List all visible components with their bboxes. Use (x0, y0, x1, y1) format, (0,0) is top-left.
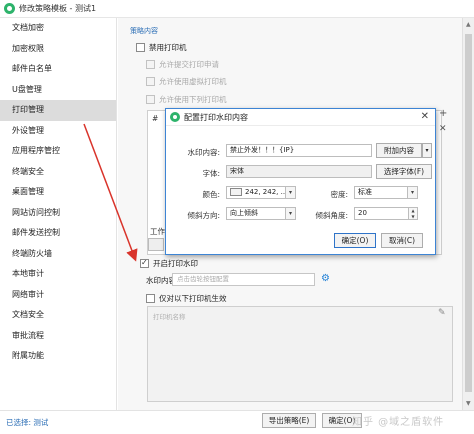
disable-printer-label: 禁用打印机 (149, 43, 187, 52)
sidebar-item-1[interactable]: 加密权限 (0, 39, 116, 60)
scroll-up-icon[interactable]: ▲ (466, 21, 471, 28)
window-titlebar: 修改策略模板 - 测试1 (0, 0, 474, 18)
add-content-button[interactable]: 附加内容 (376, 143, 422, 158)
only-listed-printers-checkbox[interactable] (146, 294, 155, 303)
add-icon[interactable]: + (439, 108, 447, 119)
enable-watermark-checkbox[interactable] (140, 258, 149, 268)
enable-watermark-option[interactable]: 开启打印水印 (140, 258, 198, 269)
sidebar-item-7[interactable]: 终端安全 (0, 162, 116, 183)
disable-printer-option[interactable]: 禁用打印机 (136, 42, 187, 53)
direction-value: 向上倾斜 (230, 209, 258, 217)
scrollbar-thumb[interactable] (465, 34, 472, 392)
angle-label: 倾斜角度: (315, 211, 348, 220)
sidebar: 文档加密 加密权限 邮件白名单 U盘管理 打印管理 外设管理 应用程序管控 终端安全 桌面管理网… (0, 18, 117, 410)
sidebar-item-15[interactable]: 审批流程 (0, 326, 116, 347)
printer-name-placeholder: 打印机名称 (153, 313, 186, 321)
source-watermark-text: 知乎 @域之盾软件 (352, 417, 445, 428)
sidebar-item-10[interactable]: 邮件发送控制 (0, 223, 116, 244)
sidebar-item-11[interactable]: 终端防火墙 (0, 244, 116, 265)
sidebar-item-9[interactable]: 网站访问控制 (0, 203, 116, 224)
vertical-scrollbar[interactable]: ▲ ▼ (462, 18, 474, 410)
allow-listed-printers-checkbox (146, 95, 155, 104)
sidebar-item-6[interactable]: 应用程序管控 (0, 141, 116, 162)
close-icon[interactable]: ✕ (421, 111, 429, 122)
dialog-title: 配置打印水印内容 (184, 112, 248, 122)
content-label: 水印内容: (187, 148, 220, 157)
only-listed-printers-label: 仅对以下打印机生效 (159, 294, 227, 303)
window-title: 修改策略模板 - 测试1 (19, 4, 97, 13)
watermark-config-dialog: 配置打印水印内容 ✕ 水印内容: 禁止外发！！！{IP} 附加内容 ▾ 字体: … (165, 108, 436, 255)
dialog-cancel-button[interactable]: 取消(C) (381, 233, 423, 248)
section-title: 策略内容 (130, 27, 158, 35)
allow-submit-request-label: 允许提交打印申请 (159, 60, 219, 69)
font-field: 宋体 (226, 165, 372, 178)
allow-submit-request-checkbox (146, 60, 155, 69)
angle-stepper[interactable]: 20 ▲ ▼ (354, 207, 418, 220)
sidebar-item-16[interactable]: 附属功能 (0, 346, 116, 367)
work-select[interactable] (148, 238, 164, 251)
delete-icon[interactable]: ✕ (439, 124, 447, 134)
angle-value: 20 (358, 209, 367, 217)
color-label: 颜色: (202, 190, 220, 199)
allow-virtual-printer-option: 允许使用虚拟打印机 (146, 76, 227, 87)
selected-status: 已选择: 测试 (6, 418, 49, 427)
watermark-content-input[interactable]: 点击齿轮按钮配置 (172, 273, 315, 286)
direction-select[interactable]: 向上倾斜 ▾ (226, 207, 296, 220)
dialog-app-icon (170, 112, 180, 122)
table-hash-header: # (152, 114, 159, 123)
sidebar-item-14[interactable]: 文档安全 (0, 305, 116, 326)
chevron-down-icon[interactable]: ▾ (285, 208, 295, 219)
stepper-arrows-icon[interactable]: ▲ ▼ (408, 208, 417, 219)
app-icon (4, 3, 15, 14)
scroll-down-icon[interactable]: ▼ (466, 400, 471, 407)
sidebar-item-8[interactable]: 桌面管理 (0, 182, 116, 203)
dialog-ok-button[interactable]: 确定(O) (334, 233, 376, 248)
export-policy-button[interactable]: 导出策略(E) (262, 413, 316, 428)
allow-virtual-printer-checkbox (146, 77, 155, 86)
color-value: 242, 242, ... (245, 188, 288, 196)
sidebar-item-12[interactable]: 本地审计 (0, 264, 116, 285)
enable-watermark-label: 开启打印水印 (153, 259, 198, 268)
color-select[interactable]: 242, 242, ... ▾ (226, 186, 296, 199)
color-swatch (230, 188, 242, 196)
allow-submit-request-option: 允许提交打印申请 (146, 59, 219, 70)
disable-printer-checkbox[interactable] (136, 43, 145, 52)
sidebar-item-0[interactable]: 文档加密 (0, 18, 116, 39)
printer-name-list[interactable]: 打印机名称 (147, 306, 453, 402)
allow-listed-printers-label: 允许使用下列打印机 (159, 95, 227, 104)
density-label: 密度: (330, 190, 348, 199)
dialog-titlebar: 配置打印水印内容 (166, 109, 435, 126)
gear-icon[interactable]: ⚙ (321, 274, 331, 284)
sidebar-item-3[interactable]: U盘管理 (0, 80, 116, 101)
edit-icon[interactable]: ✎ (438, 308, 446, 318)
chevron-down-icon[interactable]: ▾ (285, 187, 295, 198)
density-value: 标准 (358, 188, 372, 196)
watermark-content-field[interactable]: 禁止外发！！！{IP} (226, 144, 372, 157)
allow-listed-printers-option: 允许使用下列打印机 (146, 94, 227, 105)
add-content-dropdown-icon[interactable]: ▾ (422, 143, 432, 158)
only-listed-printers-option[interactable]: 仅对以下打印机生效 (146, 293, 227, 304)
chevron-down-icon[interactable]: ▾ (407, 187, 417, 198)
sidebar-item-5[interactable]: 外设管理 (0, 121, 116, 142)
sidebar-item-2[interactable]: 邮件白名单 (0, 59, 116, 80)
allow-virtual-printer-label: 允许使用虚拟打印机 (159, 77, 227, 86)
choose-font-button[interactable]: 选择字体(F) (376, 164, 432, 179)
direction-label: 倾斜方向: (187, 211, 220, 220)
font-label: 字体: (202, 169, 220, 178)
density-select[interactable]: 标准 ▾ (354, 186, 418, 199)
work-label: 工作 (150, 227, 165, 236)
sidebar-item-4[interactable]: 打印管理 (0, 100, 116, 121)
sidebar-item-13[interactable]: 网络审计 (0, 285, 116, 306)
source-watermark: 知乎 @域之盾软件 (352, 413, 444, 428)
